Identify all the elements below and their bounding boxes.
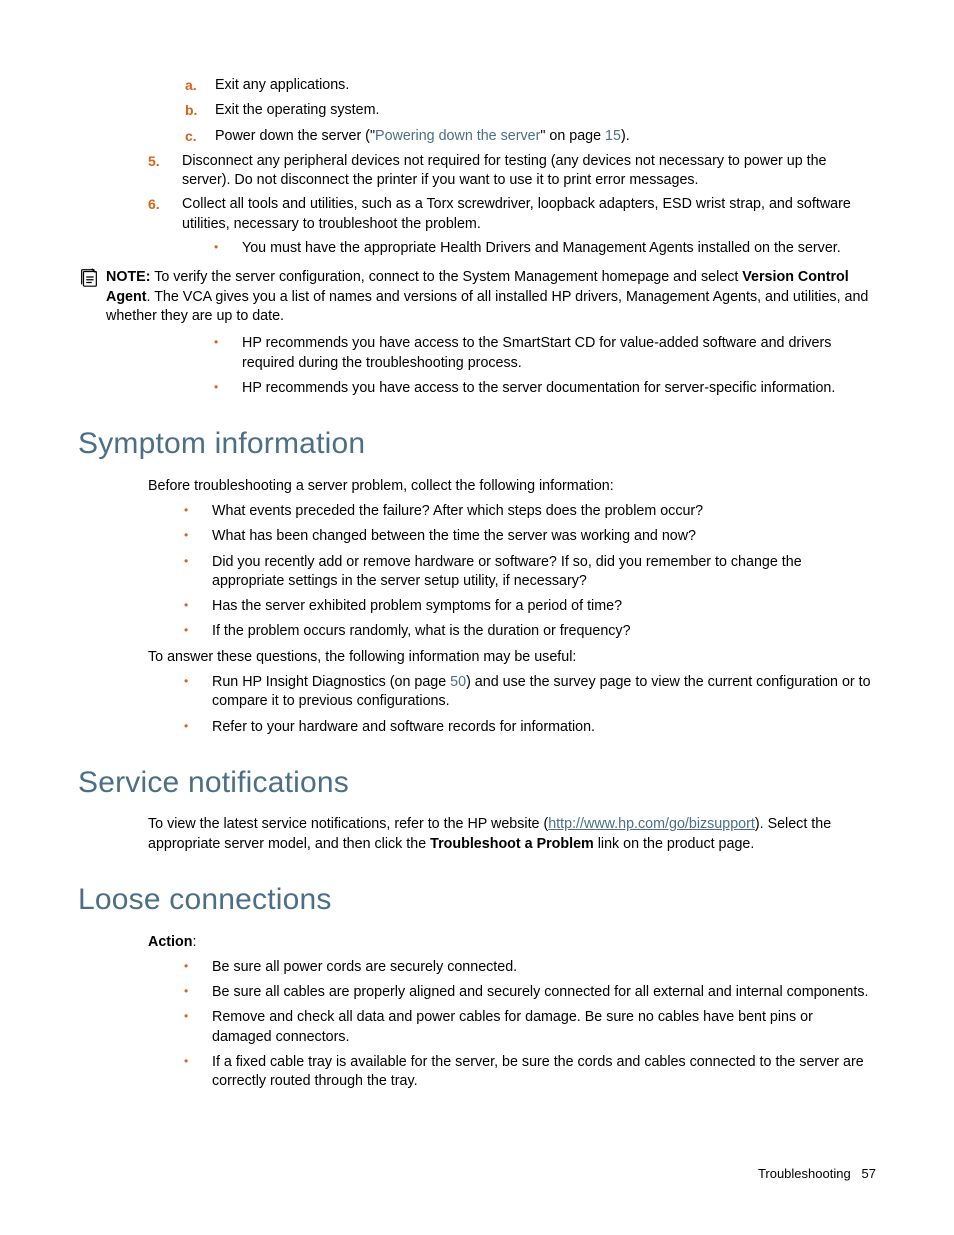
note-bullet-2-text: HP recommends you have access to the ser… xyxy=(242,380,835,396)
substep-a-text: Exit any applications. xyxy=(215,77,349,93)
xref-page-15[interactable]: 15 xyxy=(605,128,621,144)
marker-b: b. xyxy=(185,101,197,120)
symptom-q5-text: If the problem occurs randomly, what is … xyxy=(212,623,631,639)
heading-service-notifications: Service notifications xyxy=(78,763,876,804)
note-t1: To verify the server configuration, conn… xyxy=(150,269,742,285)
step-5-text: Disconnect any peripheral devices not re… xyxy=(182,153,827,188)
symptom-q3: Did you recently add or remove hardware … xyxy=(184,553,876,592)
symptom-q1-text: What events preceded the failure? After … xyxy=(212,503,703,519)
symptom-u2: Refer to your hardware and software reco… xyxy=(184,718,876,737)
symptom-q4-text: Has the server exhibited problem symptom… xyxy=(212,598,622,614)
symptom-q1: What events preceded the failure? After … xyxy=(184,502,876,521)
symptom-q5: If the problem occurs randomly, what is … xyxy=(184,622,876,641)
link-hp-bizsupport[interactable]: http://www.hp.com/go/bizsupport xyxy=(548,816,755,832)
marker-a: a. xyxy=(185,76,197,95)
symptom-p2: To answer these questions, the following… xyxy=(148,648,876,667)
note-label: NOTE: xyxy=(106,269,150,285)
substep-c-mid: " on page xyxy=(540,128,605,144)
note-icon xyxy=(78,266,100,288)
service-post: link on the product page. xyxy=(594,836,755,852)
note-t2: . The VCA gives you a list of names and … xyxy=(106,289,868,324)
substep-b-text: Exit the operating system. xyxy=(215,102,380,118)
xref-powering-down[interactable]: Powering down the server xyxy=(375,128,540,144)
heading-loose-connections: Loose connections xyxy=(78,880,876,921)
substep-c-post: ). xyxy=(621,128,630,144)
substep-c: c. Power down the server ("Powering down… xyxy=(185,127,876,146)
step-6-sub-1: You must have the appropriate Health Dri… xyxy=(214,239,876,258)
loose-b1: Be sure all power cords are securely con… xyxy=(184,958,876,977)
symptom-u1-pre: Run HP Insight Diagnostics (on page xyxy=(212,674,450,690)
loose-b2: Be sure all cables are properly aligned … xyxy=(184,983,876,1002)
loose-b4-text: If a fixed cable tray is available for t… xyxy=(212,1054,864,1089)
note-block: NOTE: To verify the server configuration… xyxy=(78,268,876,326)
symptom-q2: What has been changed between the time t… xyxy=(184,527,876,546)
symptom-q2-text: What has been changed between the time t… xyxy=(212,528,696,544)
heading-symptom-information: Symptom information xyxy=(78,424,876,465)
marker-6: 6. xyxy=(148,195,160,214)
substep-b: b. Exit the operating system. xyxy=(185,101,876,120)
loose-b3-text: Remove and check all data and power cabl… xyxy=(212,1009,813,1044)
service-paragraph: To view the latest service notifications… xyxy=(148,815,876,854)
service-bold: Troubleshoot a Problem xyxy=(430,836,594,852)
step-6-sub-1-text: You must have the appropriate Health Dri… xyxy=(242,240,841,256)
symptom-questions: What events preceded the failure? After … xyxy=(184,502,876,642)
symptom-intro: Before troubleshooting a server problem,… xyxy=(148,477,876,496)
loose-action-line: Action: xyxy=(148,933,876,952)
substep-c-pre: Power down the server (" xyxy=(215,128,375,144)
symptom-q4: Has the server exhibited problem symptom… xyxy=(184,597,876,616)
service-pre: To view the latest service notifications… xyxy=(148,816,548,832)
marker-5: 5. xyxy=(148,152,160,171)
symptom-u1: Run HP Insight Diagnostics (on page 50) … xyxy=(184,673,876,712)
loose-b4: If a fixed cable tray is available for t… xyxy=(184,1053,876,1092)
loose-action-label: Action xyxy=(148,934,192,950)
xref-page-50[interactable]: 50 xyxy=(450,674,466,690)
footer-page-number: 57 xyxy=(862,1166,876,1181)
sub-steps-abc: a. Exit any applications. b. Exit the oper… xyxy=(185,76,876,146)
step-6-text: Collect all tools and utilities, such as… xyxy=(182,196,851,231)
step-6: 6. Collect all tools and utilities, such … xyxy=(148,195,876,234)
step-6-subbullets: You must have the appropriate Health Dri… xyxy=(214,239,876,258)
symptom-useful: Run HP Insight Diagnostics (on page 50) … xyxy=(184,673,876,737)
document-page: a. Exit any applications. b. Exit the oper… xyxy=(0,0,954,1235)
page-footer: Troubleshooting 57 xyxy=(758,1165,876,1183)
marker-c: c. xyxy=(185,127,197,146)
numbered-steps: 5. Disconnect any peripheral devices not … xyxy=(148,152,876,234)
loose-b3: Remove and check all data and power cabl… xyxy=(184,1008,876,1047)
loose-b1-text: Be sure all power cords are securely con… xyxy=(212,959,517,975)
symptom-u2-text: Refer to your hardware and software reco… xyxy=(212,719,595,735)
step-5: 5. Disconnect any peripheral devices not … xyxy=(148,152,876,191)
symptom-q3-text: Did you recently add or remove hardware … xyxy=(212,554,802,589)
note-after-bullets: HP recommends you have access to the Sma… xyxy=(214,334,876,398)
footer-section: Troubleshooting xyxy=(758,1166,851,1181)
note-bullet-1-text: HP recommends you have access to the Sma… xyxy=(242,335,831,370)
note-bullet-2: HP recommends you have access to the ser… xyxy=(214,379,876,398)
loose-b2-text: Be sure all cables are properly aligned … xyxy=(212,984,868,1000)
substep-a: a. Exit any applications. xyxy=(185,76,876,95)
loose-bullets: Be sure all power cords are securely con… xyxy=(184,958,876,1092)
note-bullet-1: HP recommends you have access to the Sma… xyxy=(214,334,876,373)
